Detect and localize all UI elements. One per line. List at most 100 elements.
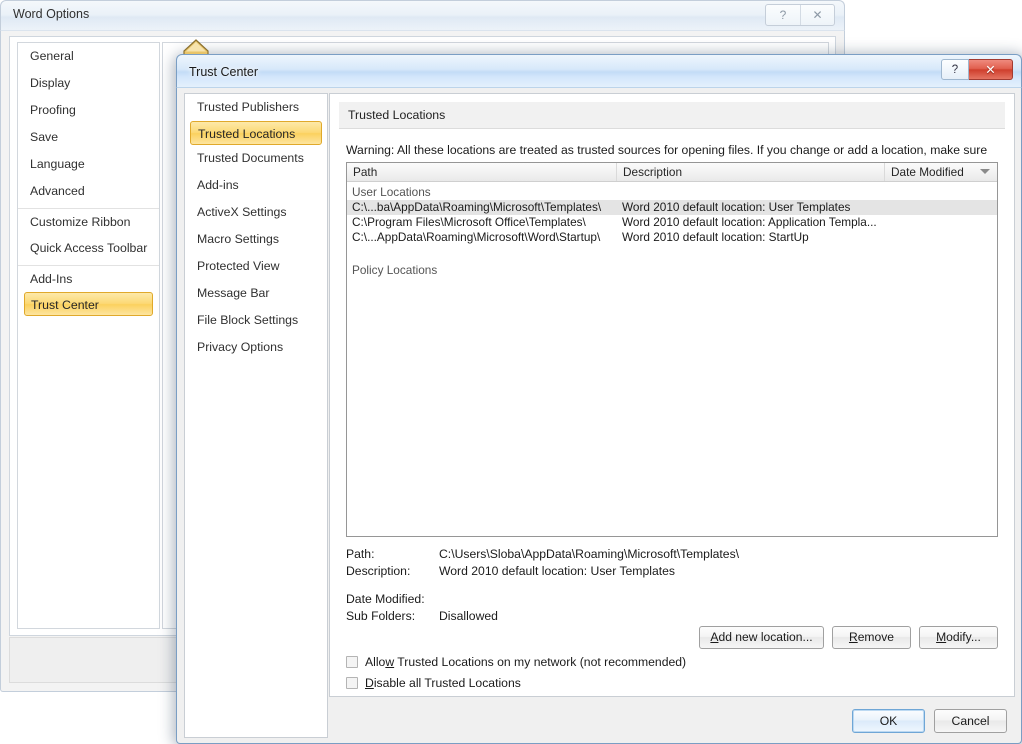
- sidebar-item-add-ins[interactable]: Add-Ins: [18, 265, 159, 292]
- row-description: Word 2010 default location: Application …: [622, 215, 877, 229]
- list-header-row: Path Description Date Modified: [347, 163, 997, 182]
- table-row[interactable]: C:\...ba\AppData\Roaming\Microsoft\Templ…: [347, 200, 997, 215]
- sidebar-item-general[interactable]: General: [18, 43, 159, 70]
- tc-nav-trusted-locations[interactable]: Trusted Locations: [190, 121, 322, 145]
- sidebar-item-display[interactable]: Display: [18, 70, 159, 97]
- tc-nav-label: File Block Settings: [197, 313, 299, 327]
- sidebar-item-label: Quick Access Toolbar: [30, 241, 148, 255]
- table-row[interactable]: C:\Program Files\Microsoft Office\Templa…: [347, 215, 997, 230]
- sidebar-item-label: Save: [30, 130, 59, 144]
- row-description: Word 2010 default location: User Templat…: [622, 200, 851, 214]
- help-icon[interactable]: ?: [766, 5, 800, 25]
- tc-nav-label: Protected View: [197, 259, 280, 273]
- remove-button[interactable]: Remove: [832, 626, 911, 649]
- sidebar-item-label: General: [30, 49, 74, 63]
- sidebar-item-label: Display: [30, 76, 71, 90]
- column-header-date-modified[interactable]: Date Modified: [885, 163, 997, 181]
- accelerator: w: [385, 655, 395, 669]
- tc-nav-label: Trusted Publishers: [197, 100, 300, 114]
- row-path: C:\...AppData\Roaming\Microsoft\Word\Sta…: [352, 230, 601, 244]
- sidebar-item-label: Proofing: [30, 103, 76, 117]
- sidebar-item-proofing[interactable]: Proofing: [18, 97, 159, 124]
- detail-path: Path: C:\Users\Sloba\AppData\Roaming\Mic…: [346, 546, 998, 563]
- detail-sub-folders-value: Disallowed: [439, 609, 498, 623]
- trust-center-body: Trusted Publishers Trusted Locations Tru…: [176, 87, 1022, 744]
- sidebar-item-language[interactable]: Language: [18, 151, 159, 178]
- trust-center-title: Trust Center: [189, 65, 259, 79]
- tc-nav-trusted-documents[interactable]: Trusted Documents: [185, 145, 327, 172]
- label-part: isable all Trusted Locations: [373, 676, 521, 690]
- sort-descending-icon[interactable]: [980, 169, 990, 174]
- close-icon[interactable]: ✕: [969, 59, 1013, 80]
- sidebar-item-quick-access-toolbar[interactable]: Quick Access Toolbar: [18, 235, 159, 262]
- trusted-locations-pane: Trusted Locations Warning: All these loc…: [329, 93, 1015, 697]
- sidebar-item-label: Language: [30, 157, 85, 171]
- column-header-description[interactable]: Description: [617, 163, 885, 181]
- tc-nav-file-block-settings[interactable]: File Block Settings: [185, 307, 327, 334]
- tc-nav-message-bar[interactable]: Message Bar: [185, 280, 327, 307]
- location-actions: Add new location... Remove Modify...: [699, 626, 998, 649]
- word-options-caption-buttons: ? ✕: [765, 4, 835, 26]
- sidebar-item-label: Advanced: [30, 184, 85, 198]
- tc-nav-activex-settings[interactable]: ActiveX Settings: [185, 199, 327, 226]
- detail-date-modified: Date Modified:: [346, 591, 998, 608]
- word-options-nav-list[interactable]: General Display Proofing Save Language A…: [17, 42, 160, 629]
- tc-nav-label: Privacy Options: [197, 340, 284, 354]
- page-title: Trusted Locations: [339, 102, 1005, 129]
- sidebar-item-customize-ribbon[interactable]: Customize Ribbon: [18, 208, 159, 235]
- tc-nav-trusted-publishers[interactable]: Trusted Publishers: [185, 94, 327, 121]
- location-details: Path: C:\Users\Sloba\AppData\Roaming\Mic…: [346, 546, 998, 625]
- sidebar-item-save[interactable]: Save: [18, 124, 159, 151]
- table-row[interactable]: C:\...AppData\Roaming\Microsoft\Word\Sta…: [347, 230, 997, 245]
- detail-description: Description: Word 2010 default location:…: [346, 563, 998, 580]
- cancel-button[interactable]: Cancel: [934, 709, 1007, 733]
- allow-network-locations-label: Allow Trusted Locations on my network (n…: [365, 655, 686, 669]
- tc-nav-macro-settings[interactable]: Macro Settings: [185, 226, 327, 253]
- detail-path-value: C:\Users\Sloba\AppData\Roaming\Microsoft…: [439, 547, 740, 561]
- sidebar-item-label: Add-Ins: [30, 272, 73, 286]
- label-part: Trusted Locations on my network (not rec…: [394, 655, 687, 669]
- allow-network-locations-checkbox[interactable]: [346, 656, 358, 668]
- group-header-policy-locations: Policy Locations: [352, 263, 438, 277]
- sidebar-item-trust-center[interactable]: Trust Center: [24, 292, 153, 316]
- trusted-locations-list[interactable]: Path Description Date Modified User Loca…: [346, 162, 998, 537]
- accelerator: D: [365, 676, 374, 690]
- disable-all-trusted-locations-label: Disable all Trusted Locations: [365, 676, 521, 690]
- tc-nav-label: Trusted Documents: [197, 151, 304, 165]
- detail-date-modified-value: [439, 591, 998, 608]
- sidebar-item-label: Trust Center: [31, 298, 99, 312]
- tc-nav-privacy-options[interactable]: Privacy Options: [185, 334, 327, 361]
- tc-nav-add-ins[interactable]: Add-ins: [185, 172, 327, 199]
- disable-all-trusted-locations-row[interactable]: Disable all Trusted Locations: [346, 676, 521, 690]
- trust-center-window[interactable]: Trust Center ? ✕ Trusted Publishers Trus…: [176, 39, 1022, 744]
- sidebar-item-label: Customize Ribbon: [30, 215, 131, 229]
- disable-all-trusted-locations-checkbox[interactable]: [346, 677, 358, 689]
- detail-spacer: [346, 580, 998, 591]
- modify-button[interactable]: Modify...: [919, 626, 998, 649]
- tc-nav-label: Trusted Locations: [198, 127, 296, 141]
- word-options-title: Word Options: [13, 7, 90, 21]
- help-icon[interactable]: ?: [941, 59, 969, 80]
- sidebar-item-advanced[interactable]: Advanced: [18, 178, 159, 205]
- accelerator: M: [936, 630, 947, 644]
- label-part: Allo: [365, 655, 386, 669]
- column-header-path[interactable]: Path: [347, 163, 617, 181]
- detail-description-label: Description:: [346, 564, 411, 578]
- tc-nav-label: ActiveX Settings: [197, 205, 287, 219]
- detail-sub-folders-label: Sub Folders:: [346, 609, 416, 623]
- row-description: Word 2010 default location: StartUp: [622, 230, 809, 244]
- detail-description-value: Word 2010 default location: User Templat…: [439, 564, 675, 578]
- trust-center-nav-list[interactable]: Trusted Publishers Trusted Locations Tru…: [184, 93, 328, 738]
- column-header-date-modified-label: Date Modified: [891, 165, 964, 179]
- tc-nav-protected-view[interactable]: Protected View: [185, 253, 327, 280]
- add-new-location-label: dd new location...: [718, 630, 813, 644]
- allow-network-locations-row[interactable]: Allow Trusted Locations on my network (n…: [346, 655, 686, 669]
- accelerator: R: [848, 630, 858, 644]
- trust-center-title-bar[interactable]: Trust Center ? ✕: [176, 54, 1022, 89]
- add-new-location-button[interactable]: Add new location...: [699, 626, 824, 649]
- word-options-title-bar[interactable]: Word Options ? ✕: [0, 0, 845, 32]
- ok-button[interactable]: OK: [852, 709, 925, 733]
- remove-label: emove: [857, 630, 895, 644]
- close-icon[interactable]: ✕: [800, 5, 834, 25]
- detail-sub-folders: Sub Folders: Disallowed: [346, 608, 998, 625]
